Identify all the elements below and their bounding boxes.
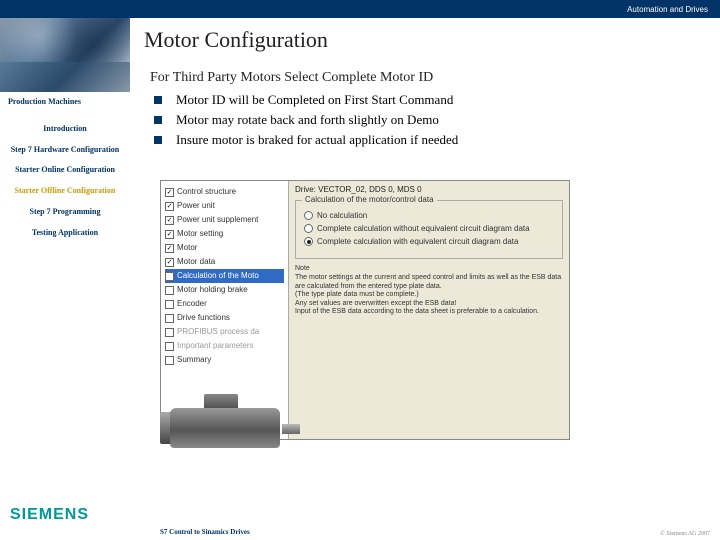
tree-item[interactable]: Motor setting	[165, 227, 284, 241]
sidebar-item[interactable]: Step 7 Hardware Configuration	[4, 146, 126, 155]
sidebar-item[interactable]: Introduction	[4, 125, 126, 134]
group-legend: Calculation of the motor/control data	[302, 195, 437, 204]
tree-item[interactable]: Control structure	[165, 185, 284, 199]
note-line: (The type plate data must be complete.)	[295, 291, 563, 299]
footer: S7 Control to Sinamics Drives © Siemens …	[0, 520, 720, 540]
bullet-text: Insure motor is braked for actual applic…	[176, 132, 458, 148]
checkbox-icon[interactable]	[165, 314, 174, 323]
note-heading: Note	[295, 265, 563, 273]
tree-item[interactable]: Calculation of the Moto	[165, 269, 284, 283]
checkbox-icon[interactable]	[165, 356, 174, 365]
tree-item[interactable]: Drive functions	[165, 311, 284, 325]
radio-label: No calculation	[317, 211, 367, 220]
bullet-row: Insure motor is braked for actual applic…	[154, 132, 710, 148]
sidebar-item[interactable]: Step 7 Programming	[4, 208, 126, 217]
tree-item-label: Calculation of the Moto	[177, 269, 259, 283]
sidebar-app-title: Production Machines	[0, 92, 130, 119]
sidebar-image	[0, 62, 130, 92]
radio-label: Complete calculation with equivalent cir…	[317, 237, 518, 246]
checkbox-icon[interactable]	[165, 202, 174, 211]
bullet-list: Motor ID will be Completed on First Star…	[154, 92, 710, 148]
note-line: Any set values are overwritten except th…	[295, 300, 563, 308]
top-bar: Automation and Drives	[0, 0, 720, 18]
bullet-row: Motor ID will be Completed on First Star…	[154, 92, 710, 108]
bullet-text: Motor may rotate back and forth slightly…	[176, 112, 439, 128]
tree-item-label: Summary	[177, 353, 211, 367]
footer-text: S7 Control to Sinamics Drives	[160, 528, 250, 536]
radio-icon[interactable]	[304, 211, 313, 220]
note-lines: The motor settings at the current and sp…	[295, 274, 563, 316]
bullet-text: Motor ID will be Completed on First Star…	[176, 92, 453, 108]
checkbox-icon[interactable]	[165, 230, 174, 239]
checkbox-icon[interactable]	[165, 286, 174, 295]
sidebar-item[interactable]: Starter Online Configuration	[4, 166, 126, 175]
radio-label: Complete calculation without equivalent …	[317, 224, 530, 233]
tree-item-label: Power unit	[177, 199, 215, 213]
header-image	[0, 18, 130, 62]
header-title-wrap: Motor Configuration	[130, 18, 720, 62]
content-subtitle: For Third Party Motors Select Complete M…	[150, 70, 710, 86]
tree-item-label: Control structure	[177, 185, 236, 199]
tree-item-label: Power unit supplement	[177, 213, 258, 227]
header-row: Motor Configuration	[0, 18, 720, 62]
page-title: Motor Configuration	[144, 27, 328, 53]
tree-item[interactable]: Motor	[165, 241, 284, 255]
motor-image	[160, 388, 300, 458]
tree-item-label: PROFIBUS process da	[177, 325, 259, 339]
tree-item-label: Motor setting	[177, 227, 223, 241]
tree-item[interactable]: Important parameters	[165, 339, 284, 353]
radio-row[interactable]: Complete calculation with equivalent cir…	[304, 237, 554, 246]
radio-list: No calculation Complete calculation witho…	[304, 211, 554, 246]
note-line: The motor settings at the current and sp…	[295, 274, 563, 291]
sidebar-item[interactable]: Starter Offline Configuration	[4, 187, 126, 196]
tree-item[interactable]: Encoder	[165, 297, 284, 311]
checkbox-icon[interactable]	[165, 272, 174, 281]
checkbox-icon[interactable]	[165, 216, 174, 225]
radio-group: Calculation of the motor/control data No…	[295, 200, 563, 259]
checkbox-icon[interactable]	[165, 300, 174, 309]
tree-item[interactable]: Power unit supplement	[165, 213, 284, 227]
checkbox-icon[interactable]	[165, 188, 174, 197]
tree-item-label: Motor holding brake	[177, 283, 248, 297]
tree-item-label: Motor	[177, 241, 197, 255]
tree-item[interactable]: Power unit	[165, 199, 284, 213]
note-line: Input of the ESB data according to the d…	[295, 308, 563, 316]
note-block: Note The motor settings at the current a…	[295, 265, 563, 316]
radio-icon[interactable]	[304, 224, 313, 233]
sidebar-items: Introduction Step 7 Hardware Configuratio…	[0, 119, 130, 244]
checkbox-icon[interactable]	[165, 342, 174, 351]
radio-row[interactable]: Complete calculation without equivalent …	[304, 224, 554, 233]
dialog-right: Drive: VECTOR_02, DDS 0, MDS 0 Calculati…	[289, 181, 569, 439]
checkbox-icon[interactable]	[165, 244, 174, 253]
tree-item-label: Motor data	[177, 255, 215, 269]
bullet-row: Motor may rotate back and forth slightly…	[154, 112, 710, 128]
tree-item[interactable]: Motor data	[165, 255, 284, 269]
checkbox-icon[interactable]	[165, 258, 174, 267]
tree-item-label: Encoder	[177, 297, 207, 311]
radio-icon[interactable]	[304, 237, 313, 246]
radio-row[interactable]: No calculation	[304, 211, 554, 220]
checkbox-icon[interactable]	[165, 328, 174, 337]
tree-item[interactable]: Summary	[165, 353, 284, 367]
sidebar: Production Machines Introduction Step 7 H…	[0, 62, 130, 520]
bullet-icon	[154, 136, 162, 144]
topbar-label: Automation and Drives	[627, 5, 708, 14]
bullet-icon	[154, 116, 162, 124]
dialog-drive-label: Drive: VECTOR_02, DDS 0, MDS 0	[295, 185, 563, 194]
tree-item[interactable]: PROFIBUS process da	[165, 325, 284, 339]
tree-item-label: Important parameters	[177, 339, 253, 353]
sidebar-item[interactable]: Testing Application	[4, 229, 126, 238]
tree-item-label: Drive functions	[177, 311, 230, 325]
tree-item[interactable]: Motor holding brake	[165, 283, 284, 297]
footer-copyright: © Siemens AG 2007	[660, 531, 710, 537]
bullet-icon	[154, 96, 162, 104]
